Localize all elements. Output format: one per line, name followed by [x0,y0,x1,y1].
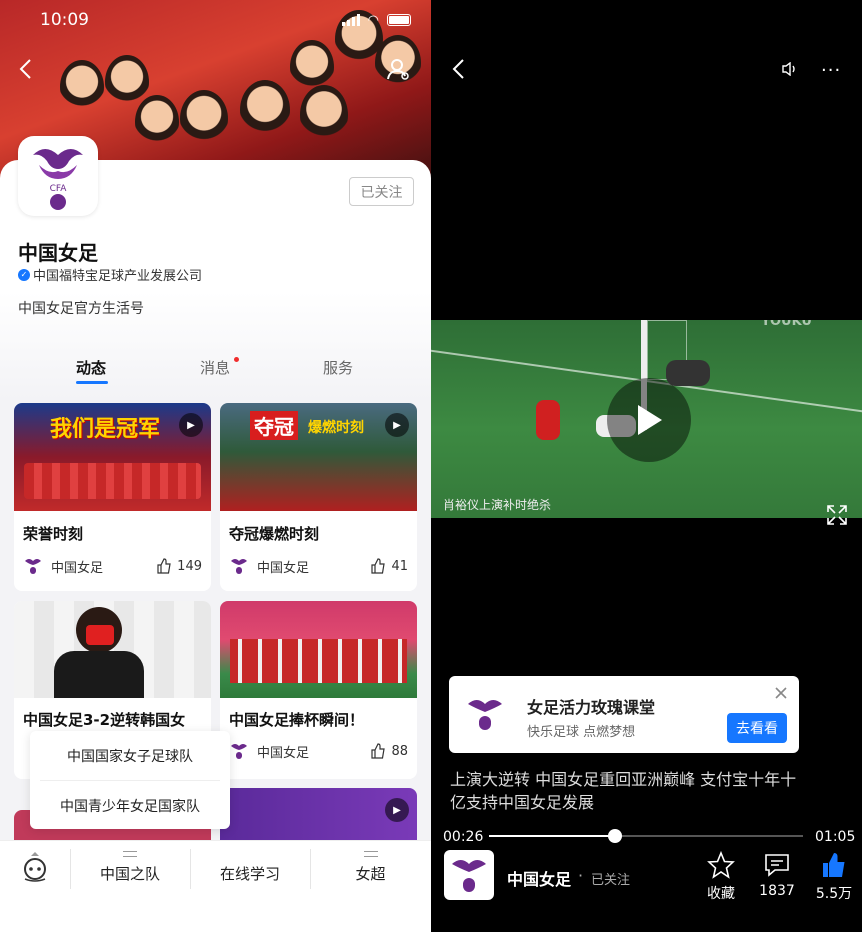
like-button[interactable]: 41 [370,558,408,574]
unread-dot [234,357,239,362]
tab-services[interactable]: 服务 [323,357,353,378]
favorite-button[interactable]: 收藏 [704,851,738,903]
more-icon[interactable]: ··· [821,60,841,81]
like-button[interactable]: 88 [370,743,408,759]
svg-text:CFA: CFA [50,184,68,194]
menu-icon [123,850,137,857]
like-count: 149 [177,558,202,574]
thumbs-up-icon [371,743,386,759]
speaker-icon[interactable] [781,62,797,76]
current-time: 00:26 [443,829,484,845]
video-card[interactable]: 中国女足捧杯瞬间！ 中国女足 88 [220,601,417,779]
team-menu-popup: 中国国家女子足球队 中国青少年女足国家队 [30,731,230,829]
video-thumbnail [14,601,211,698]
tab-dongtai[interactable]: 动态 [76,357,106,378]
comment-icon [765,854,789,877]
profile-panel: 10:09 ◠ CFA 已关注 中国女足 ✓ 中国福特宝足球产业发展公司 中国女… [0,0,431,932]
card-author: 中国女足 [257,745,310,761]
verified-icon: ✓ [18,268,30,281]
play-icon: ▶ [179,413,203,437]
back-icon[interactable] [18,58,34,80]
author-avatar [229,556,249,576]
nav-china-team[interactable]: 中国之队 [70,841,190,893]
like-count: 88 [391,743,408,759]
play-icon: ▶ [385,413,409,437]
ad-subtitle: 快乐足球 点燃梦想 [527,725,636,740]
status-time: 10:09 [40,10,89,30]
close-icon[interactable] [774,686,788,700]
robot-assistant-icon[interactable] [0,841,70,893]
battery-icon [387,14,411,26]
nav-wsl[interactable]: 女超 [310,841,431,893]
nav-online-learning[interactable]: 在线学习 [190,841,310,893]
ad-go-button[interactable]: 去看看 [727,713,787,743]
profile-name: 中国女足 [18,241,98,265]
author-avatar[interactable] [444,850,494,900]
duration: 01:05 [815,829,856,845]
video-caption-overlay: 肖裕仪上演补时绝杀 [443,498,552,512]
company-name: 中国福特宝足球产业发展公司 [33,269,203,284]
bottom-nav: 中国之队 在线学习 女超 [0,840,431,932]
card-title: 中国女足3-2逆转韩国女 [23,711,186,729]
author-avatar [229,741,249,761]
menu-item-youth-women-team[interactable]: 中国青少年女足国家队 [30,781,230,830]
user-settings-icon[interactable] [385,56,411,82]
back-icon[interactable] [451,58,467,80]
cfa-logo: CFA [18,136,98,216]
card-author: 中国女足 [257,560,310,576]
author-name: 中国女足 [507,870,572,889]
play-icon[interactable] [607,378,691,462]
follow-button[interactable]: 已关注 [349,177,414,206]
ad-logo [465,694,505,738]
thumbnail-banner-subtext: 爆燃时刻 [308,420,364,436]
ad-title: 女足活力玫瑰课堂 [527,698,656,717]
ad-card[interactable]: 女足活力玫瑰课堂 快乐足球 点燃梦想 去看看 [449,676,799,753]
video-card[interactable]: ▶ [220,788,417,848]
play-icon: ▶ [385,798,409,822]
follow-status[interactable]: 已关注 [591,869,630,888]
like-count: 41 [391,558,408,574]
video-card[interactable]: 我们是冠军 ▶ 荣誉时刻 中国女足 149 [14,403,211,591]
video-card[interactable]: 夺冠 爆燃时刻 ▶ 夺冠爆燃时刻 中国女足 41 [220,403,417,591]
card-author: 中国女足 [51,560,104,576]
progress-bar[interactable] [489,829,803,843]
tab-active-indicator [76,381,108,384]
card-title: 中国女足捧杯瞬间！ [229,711,365,729]
menu-item-national-women-team[interactable]: 中国国家女子足球队 [30,731,230,780]
progress-knob[interactable] [607,829,622,843]
thumbs-up-icon [157,558,171,574]
progress-fill [489,835,615,837]
video-thumbnail [220,601,417,698]
video-description: 上演大逆转 中国女足重回亚洲巅峰 支付宝十年十亿支持中国女足发展 [450,770,797,812]
like-button[interactable]: 149 [156,558,202,574]
author-avatar [23,556,43,576]
separator-dot: · [578,866,584,885]
signal-icon [341,14,360,26]
like-button[interactable]: 5.5万 [812,851,856,903]
thumbnail-banner-text: 夺冠 [250,411,298,440]
card-title: 荣誉时刻 [23,525,84,543]
wifi-icon: ◠ [367,12,379,28]
comment-button[interactable]: 1837 [757,851,797,899]
verified-company: ✓ 中国福特宝足球产业发展公司 [18,265,202,284]
status-bar: 10:09 ◠ [40,10,411,30]
thumbnail-banner-text: 我们是冠军 [50,417,161,442]
star-icon [707,851,735,879]
card-title: 夺冠爆燃时刻 [229,525,320,543]
fullscreen-icon[interactable] [826,504,848,526]
menu-icon [363,850,378,857]
thumbs-up-icon [823,853,845,877]
tab-messages[interactable]: 消息 [200,357,230,378]
profile-description: 中国女足官方生活号 [18,301,144,317]
video-watermark: YOUKU [761,320,812,329]
thumbs-up-icon [371,558,386,574]
